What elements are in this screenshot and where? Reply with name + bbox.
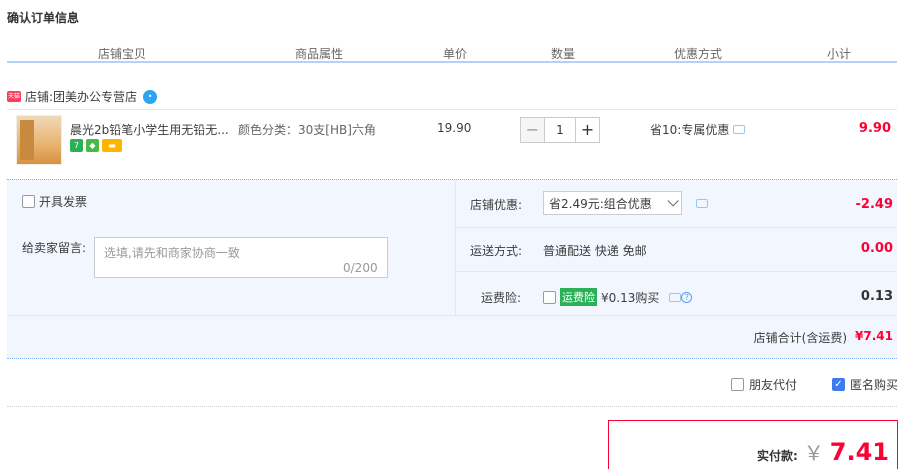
shipping-amount: 0.00 [860,241,893,256]
shipping-label: 运送方式: [470,244,523,258]
item-promotion-text: 省10:专属优惠 [650,123,730,137]
anonymous-label: 匿名购买 [850,378,899,392]
column-header-price: 单价 [443,47,468,61]
friend-pay-checkbox[interactable] [731,378,744,391]
discount-info-icon[interactable] [696,199,708,208]
options-divider [7,406,897,407]
unit-price: 19.90 [437,121,472,135]
shop-row: 天猫 店铺: 团美办公专营店 • [7,88,158,105]
payment-amount: 7.41 [829,438,889,466]
shop-discount-label: 店铺优惠: [470,198,523,212]
insurance-label: 运费险: [481,291,522,305]
shop-discount-amount: -2.49 [855,197,893,212]
tmall-badge-icon: 天猫 [7,91,21,102]
insurance-amount: 0.13 [860,289,893,304]
insurance-price: ¥0.13购买 [601,290,660,305]
payment-summary: 实付款: ￥ 7.41 [757,437,889,466]
shop-total: 店铺合计(含运费) ¥7.41 [754,329,893,346]
insurance-chat-icon[interactable] [669,292,682,302]
invoice-option[interactable]: 开具发票 [22,193,87,210]
shop-discount-selected: 省2.49元:组合优惠 [549,196,652,211]
shop-prefix: 店铺: [25,90,54,104]
page-title: 确认订单信息 [7,11,80,25]
quantity-input[interactable]: 1 [545,117,575,143]
message-placeholder: 选填,请先和商家协商一致 [104,246,240,260]
chevron-down-icon [667,195,679,207]
shipping-method: 普通配送 快递 免邮 [543,244,647,258]
item-promotion: 省10:专属优惠 [650,121,746,138]
service-icons: 7 ◆ ▬ [70,139,122,152]
invoice-label: 开具发票 [39,195,88,209]
shop-total-value: ¥7.41 [855,329,893,343]
product-sku: 颜色分类：30支[HB]六角 [238,123,376,137]
item-divider [7,109,897,110]
quantity-stepper: − 1 + [520,117,600,143]
decrease-quantity-button[interactable]: − [520,117,545,143]
shop-discount-select[interactable]: 省2.49元:组合优惠 [543,191,682,215]
column-header-quantity: 数量 [551,47,576,61]
friend-pay-label: 朋友代付 [749,378,798,392]
item-subtotal: 9.90 [858,121,891,136]
question-icon[interactable]: ? [681,291,693,303]
payment-label: 实付款: [756,449,798,463]
column-header-discount: 优惠方式 [674,47,723,61]
anonymous-checkbox[interactable]: ✓ [832,378,845,391]
message-char-count: 0/200 [343,261,378,275]
increase-quantity-button[interactable]: + [575,117,600,143]
promo-info-icon[interactable] [733,125,746,134]
seven-day-return-icon: 7 [70,139,83,152]
guarantee-icon: ◆ [86,139,99,152]
message-label: 给卖家留言: [22,241,87,255]
product-title-link[interactable]: 晨光2b铅笔小学生用无铅无... [70,121,229,138]
product-thumbnail-detail [20,120,34,160]
friend-pay-option[interactable]: 朋友代付 [731,376,797,393]
invoice-checkbox[interactable] [22,195,35,208]
panel-divider-2 [455,271,897,272]
wangwang-chat-icon[interactable]: • [143,89,158,104]
insurance-option[interactable]: 运费险 ¥0.13购买 ? [543,288,693,306]
panel-divider-1 [455,227,897,228]
panel-divider-vertical [455,180,456,315]
shop-total-label: 店铺合计(含运费) [753,331,848,345]
column-header-subtotal: 小计 [827,47,852,61]
header-divider [7,61,897,63]
currency-symbol: ￥ [803,441,824,465]
anonymous-option[interactable]: ✓ 匿名购买 [832,376,898,393]
column-header-item: 店铺宝贝 [98,47,147,61]
shop-name-link[interactable]: 团美办公专营店 [53,88,137,105]
column-header-attributes: 商品属性 [295,47,344,61]
insurance-tag: 运费险 [560,288,597,306]
credit-card-icon: ▬ [102,139,122,152]
insurance-checkbox[interactable] [543,290,556,304]
panel-divider-3 [7,315,897,316]
